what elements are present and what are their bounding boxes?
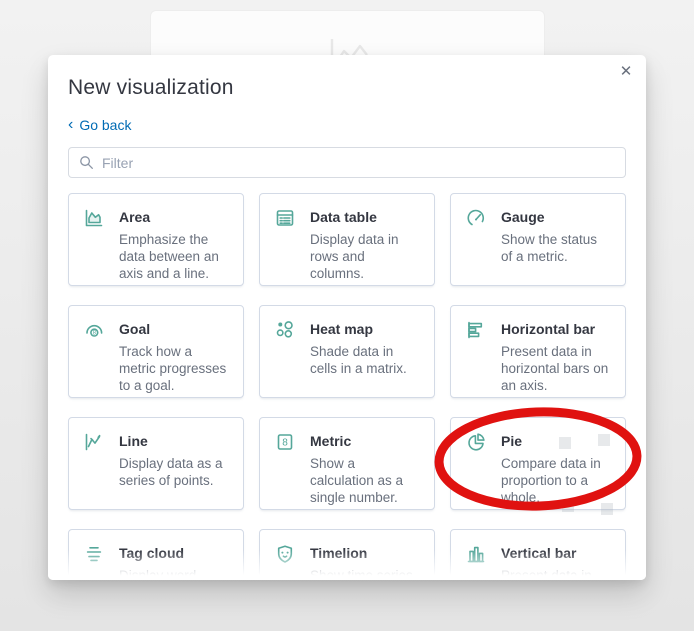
vis-card-description: Show time series data on a graph. [310,568,413,580]
vis-card-title: Vertical bar [501,545,577,561]
search-icon [80,156,93,169]
vis-card-goal[interactable]: 8 Goal Track how a metric progresses to … [68,305,244,398]
vis-card-title: Metric [310,433,352,449]
vis-card-description: Present data in vertical bars on an axis… [501,568,592,580]
vis-card-line[interactable]: Line Display data as a series of points. [68,417,244,510]
annotation-artifact [562,500,574,512]
annotation-artifact [598,434,610,446]
vis-card-title: Line [119,433,148,449]
vis-card-description: Show the status of a metric. [501,232,598,264]
vis-card-description: Display word frequency with font size. [119,568,197,580]
vis-card-tag-cloud[interactable]: Tag cloud Display word frequency with fo… [68,529,244,580]
horizontal-bar-icon [465,319,487,341]
vis-card-description: Compare data in proportion to a whole. [501,456,601,505]
vis-card-metric[interactable]: 8 Metric Show a calculation as a single … [259,417,435,510]
filter-input[interactable] [102,154,615,171]
vis-card-description: Show a calculation as a single number. [310,456,404,505]
vis-card-title: Pie [501,433,523,449]
vis-card-description: Display data in rows and columns. [310,232,399,281]
line-icon [83,431,105,453]
vis-card-area[interactable]: Area Emphasize the data between an axis … [68,193,244,286]
heat-map-icon [274,319,296,341]
go-back-label: Go back [79,117,132,133]
visualization-grid: Area Emphasize the data between an axis … [68,193,626,580]
vis-card-title: Timelion [310,545,368,561]
annotation-artifact [601,503,613,515]
vis-card-vertical-bar[interactable]: Vertical bar Present data in vertical ba… [450,529,626,580]
vertical-bar-icon [465,543,487,565]
vis-card-description: Shade data in cells in a matrix. [310,344,407,376]
vis-card-timelion[interactable]: Timelion Show time series data on a grap… [259,529,435,580]
pie-icon [465,431,487,453]
new-visualization-modal: ✕ New visualization ‹ Go back Area Empha… [48,55,646,580]
vis-card-description: Display data as a series of points. [119,456,223,488]
vis-card-title: Gauge [501,209,545,225]
metric-icon: 8 [274,431,296,453]
annotation-artifact [559,437,571,449]
vis-card-title: Tag cloud [119,545,185,561]
vis-card-title: Heat map [310,321,374,337]
gauge-icon [465,207,487,229]
vis-card-description: Emphasize the data between an axis and a… [119,232,219,281]
filter-search-box [68,147,626,178]
vis-card-data-table[interactable]: Data table Display data in rows and colu… [259,193,435,286]
vis-card-gauge[interactable]: Gauge Show the status of a metric. [450,193,626,286]
data-table-icon [274,207,296,229]
area-icon [83,207,105,229]
vis-card-horizontal-bar[interactable]: Horizontal bar Present data in horizonta… [450,305,626,398]
vis-card-description: Present data in horizontal bars on an ax… [501,344,609,393]
chevron-left-icon: ‹ [68,116,74,133]
close-icon[interactable]: ✕ [615,60,637,82]
svg-text:8: 8 [282,438,288,449]
vis-card-description: Track how a metric progresses to a goal. [119,344,227,393]
vis-card-title: Horizontal bar [501,321,596,337]
vis-card-title: Area [119,209,151,225]
vis-card-title: Goal [119,321,151,337]
go-back-link[interactable]: ‹ Go back [68,116,132,134]
tag-cloud-icon [83,543,105,565]
goal-icon: 8 [83,319,105,341]
vis-card-pie[interactable]: Pie Compare data in proportion to a whol… [450,417,626,510]
vis-card-heat-map[interactable]: Heat map Shade data in cells in a matrix… [259,305,435,398]
page-title: New visualization [68,76,234,99]
timelion-icon [274,543,296,565]
vis-card-title: Data table [310,209,377,225]
